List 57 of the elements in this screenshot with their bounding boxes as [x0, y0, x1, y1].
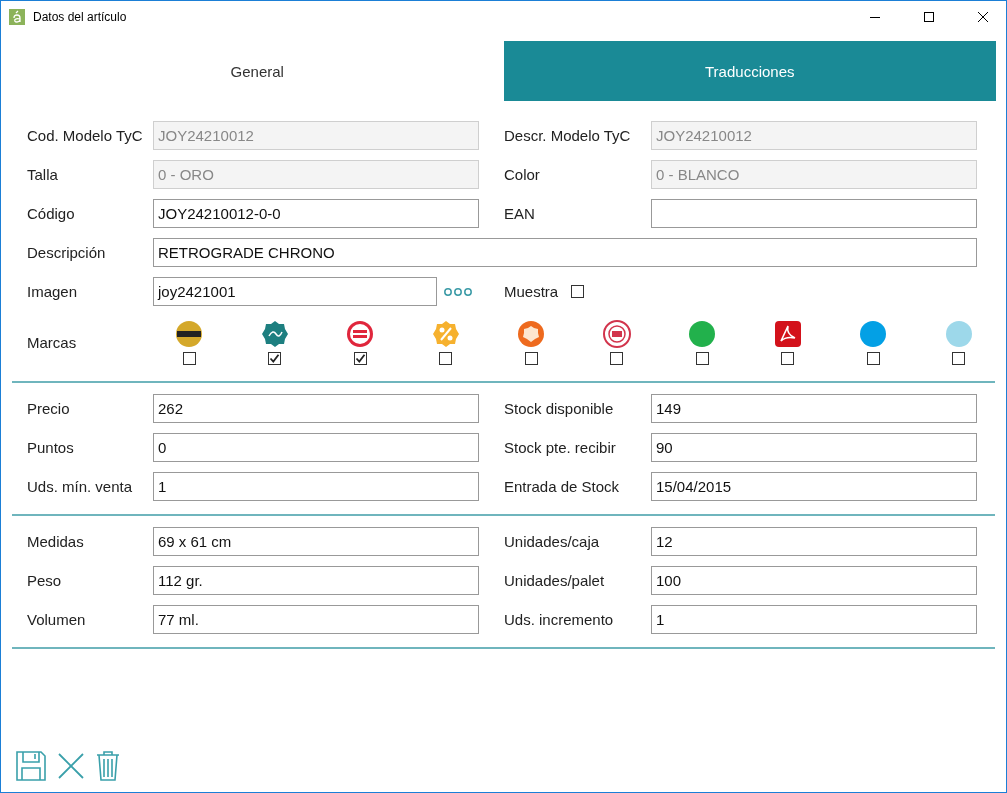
trash-icon[interactable] [95, 750, 121, 782]
input-field[interactable]: 149 [651, 394, 977, 423]
input-field[interactable]: 12 [651, 527, 977, 556]
field-label: Descripción [26, 244, 107, 261]
field-label: Precio [26, 400, 71, 417]
input-field[interactable]: 100 [651, 566, 977, 595]
field-label: Muestra [503, 283, 560, 300]
input-field[interactable]: 1 [153, 472, 479, 501]
checkbox[interactable] [439, 351, 453, 365]
input-field[interactable]: 15/04/2015 [651, 472, 977, 501]
input-field[interactable]: 262 [153, 394, 479, 423]
input-field[interactable]: 77 ml. [153, 605, 479, 634]
input-field[interactable]: RETROGRADE CHRONO [153, 238, 977, 267]
tab[interactable]: Traducciones [503, 41, 996, 101]
checkbox[interactable] [268, 351, 282, 365]
field-label: Volumen [26, 611, 87, 628]
input-field[interactable]: 112 gr. [153, 566, 479, 595]
checkbox[interactable] [610, 351, 624, 365]
input-field[interactable] [651, 199, 977, 228]
checkbox[interactable] [952, 351, 966, 365]
field-label: Stock disponible [503, 400, 615, 417]
input-field[interactable]: 1 [651, 605, 977, 634]
field-label: Cod. Modelo TyC [26, 127, 144, 144]
field-label: Unidades/palet [503, 572, 606, 589]
input-field[interactable]: 0 [153, 433, 479, 462]
field-label: Medidas [26, 533, 85, 550]
field-label: Descr. Modelo TyC [503, 127, 632, 144]
field-label: EAN [503, 205, 536, 222]
checkbox[interactable] [353, 351, 367, 365]
checkbox[interactable] [182, 351, 196, 365]
input-field[interactable]: JOY24210012-0-0 [153, 199, 479, 228]
checkbox[interactable] [781, 351, 795, 365]
field-label: Puntos [26, 439, 75, 456]
minimize-icon[interactable] [870, 16, 880, 18]
field-label: Uds. mín. venta [26, 478, 134, 495]
window-title: Datos del artículo [33, 10, 128, 24]
field-label: Talla [26, 166, 59, 183]
field-label: Código [26, 205, 76, 222]
input-field[interactable]: 69 x 61 cm [153, 527, 479, 556]
checkbox[interactable] [571, 285, 584, 298]
field-label: Uds. incremento [503, 611, 615, 628]
field-label: Unidades/caja [503, 533, 601, 550]
input-field[interactable]: joy2421001 [153, 277, 437, 306]
checkbox[interactable] [695, 351, 709, 365]
input-field[interactable]: 90 [651, 433, 977, 462]
field-label: Color [503, 166, 541, 183]
checkbox[interactable] [524, 351, 538, 365]
more-icon[interactable] [444, 286, 474, 297]
field-label: Peso [26, 572, 63, 589]
app-icon [9, 9, 25, 25]
maximize-icon[interactable] [924, 12, 934, 22]
field-label: Imagen [26, 283, 79, 300]
checkbox[interactable] [866, 351, 880, 365]
field-label: Stock pte. recibir [503, 439, 617, 456]
field-label: Entrada de Stock [503, 478, 621, 495]
field-label: Marcas [26, 333, 78, 351]
close-icon[interactable] [978, 12, 988, 22]
